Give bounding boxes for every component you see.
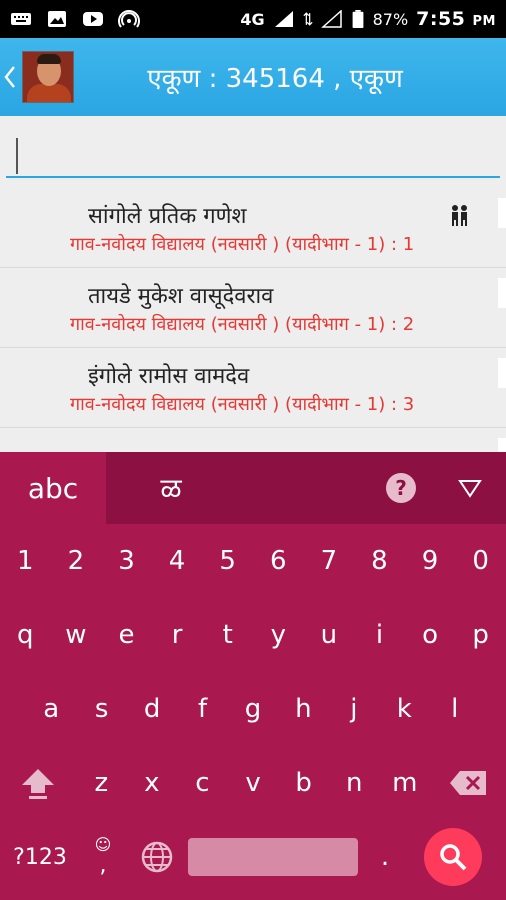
- item-edge: [498, 278, 506, 308]
- backspace-icon[interactable]: [430, 746, 506, 820]
- space-key[interactable]: [188, 820, 358, 894]
- letter-row-q: qwertyuiop: [0, 598, 506, 672]
- back-chevron-icon[interactable]: [4, 65, 20, 89]
- emoji-icon: ☺: [94, 834, 112, 854]
- key-q[interactable]: q: [0, 598, 51, 672]
- voter-name: तायडे मुकेश वासूदेवराव: [88, 284, 274, 309]
- key-o[interactable]: o: [405, 598, 456, 672]
- network-type: 4G: [240, 9, 265, 29]
- key-d[interactable]: d: [127, 672, 177, 746]
- key-v[interactable]: v: [228, 746, 279, 820]
- key-0[interactable]: 0: [455, 524, 506, 598]
- key-b[interactable]: b: [278, 746, 329, 820]
- key-m[interactable]: m: [379, 746, 430, 820]
- globe-icon[interactable]: [126, 820, 188, 894]
- key-7[interactable]: 7: [304, 524, 355, 598]
- app-bar: एकूण : 345164 , एकूण: [0, 38, 506, 116]
- avatar[interactable]: [22, 51, 74, 103]
- battery-percent: 87%: [372, 9, 409, 29]
- status-bar: 4G 87% 7:55 PM: [0, 0, 506, 38]
- key-h[interactable]: h: [278, 672, 328, 746]
- key-p[interactable]: p: [455, 598, 506, 672]
- keyboard-toolbar: abc ळ ?: [0, 452, 506, 524]
- symbols-key[interactable]: ?123: [0, 820, 80, 894]
- key-2[interactable]: 2: [51, 524, 102, 598]
- youtube-notification-icon: [83, 12, 103, 26]
- key-c[interactable]: c: [177, 746, 228, 820]
- key-s[interactable]: s: [76, 672, 126, 746]
- key-r[interactable]: r: [152, 598, 203, 672]
- search-input[interactable]: [6, 130, 500, 178]
- clock: 7:55 PM: [416, 8, 496, 30]
- key-l[interactable]: l: [430, 672, 480, 746]
- key-i[interactable]: i: [354, 598, 405, 672]
- hide-keyboard-icon[interactable]: [456, 474, 484, 502]
- period-key[interactable]: .: [358, 820, 412, 894]
- keyboard-notification-icon: [11, 13, 31, 25]
- key-5[interactable]: 5: [202, 524, 253, 598]
- soft-keyboard: abc ळ ? 1234567890 qwertyuiop asdfghjkl …: [0, 452, 506, 900]
- key-w[interactable]: w: [51, 598, 102, 672]
- key-e[interactable]: e: [101, 598, 152, 672]
- family-icon[interactable]: [448, 204, 470, 226]
- key-9[interactable]: 9: [405, 524, 456, 598]
- voter-detail: गाव-नवोदय विद्यालय (नवसारी ) (यादीभाग - …: [70, 314, 415, 335]
- signal-icon: [274, 11, 293, 27]
- key-x[interactable]: x: [127, 746, 178, 820]
- key-t[interactable]: t: [202, 598, 253, 672]
- voter-name: सांगोले प्रतिक गणेश: [88, 204, 247, 229]
- voter-name: इंगोले रामोस वामदेव: [88, 364, 250, 389]
- signal-empty-icon: [320, 10, 342, 28]
- item-edge: [498, 358, 506, 388]
- key-n[interactable]: n: [329, 746, 380, 820]
- text-cursor: [16, 138, 18, 174]
- list-item[interactable]: तायडे मुकेश वासूदेवराव गाव-नवोदय विद्याल…: [0, 268, 506, 348]
- key-z[interactable]: z: [76, 746, 127, 820]
- image-notification-icon: [48, 11, 66, 27]
- key-3[interactable]: 3: [101, 524, 152, 598]
- key-y[interactable]: y: [253, 598, 304, 672]
- key-6[interactable]: 6: [253, 524, 304, 598]
- digit-row: 1234567890: [0, 524, 506, 598]
- item-edge: [498, 198, 506, 228]
- key-f[interactable]: f: [177, 672, 227, 746]
- tab-abc[interactable]: abc: [0, 452, 106, 524]
- key-g[interactable]: g: [228, 672, 278, 746]
- list-item[interactable]: इंगोले रामोस वामदेव गाव-नवोदय विद्यालय (…: [0, 348, 506, 428]
- letter-row-a: asdfghjkl: [0, 672, 506, 746]
- voter-detail: गाव-नवोदय विद्यालय (नवसारी ) (यादीभाग - …: [70, 234, 415, 255]
- list-item[interactable]: सांगोले प्रतिक गणेश गाव-नवोदय विद्यालय (…: [0, 188, 506, 268]
- shift-icon[interactable]: [0, 746, 76, 820]
- item-edge: [498, 438, 506, 452]
- key-a[interactable]: a: [26, 672, 76, 746]
- letter-keys-z: zxcvbnm: [76, 746, 430, 820]
- battery-icon: [352, 10, 363, 28]
- voter-detail: गाव-नवोदय विद्यालय (नवसारी ) (यादीभाग - …: [70, 394, 415, 415]
- key-j[interactable]: j: [329, 672, 379, 746]
- hotspot-icon: [118, 10, 140, 28]
- page-title: एकूण : 345164 , एकूण: [147, 64, 403, 94]
- list-item[interactable]: [0, 428, 506, 452]
- key-k[interactable]: k: [379, 672, 429, 746]
- key-u[interactable]: u: [304, 598, 355, 672]
- emoji-key[interactable]: ☺ ,: [80, 820, 126, 894]
- voter-list: सांगोले प्रतिक गणेश गाव-नवोदय विद्यालय (…: [0, 188, 506, 452]
- search-icon[interactable]: [424, 828, 482, 886]
- letter-row-z: zxcvbnm: [0, 746, 506, 820]
- search-area: [0, 116, 506, 186]
- key-1[interactable]: 1: [0, 524, 51, 598]
- key-4[interactable]: 4: [152, 524, 203, 598]
- key-8[interactable]: 8: [354, 524, 405, 598]
- help-icon[interactable]: ?: [386, 473, 416, 503]
- data-transfer-icon: [302, 12, 313, 26]
- bottom-row: ?123 ☺ , .: [0, 820, 506, 894]
- tab-marathi[interactable]: ळ: [106, 452, 236, 524]
